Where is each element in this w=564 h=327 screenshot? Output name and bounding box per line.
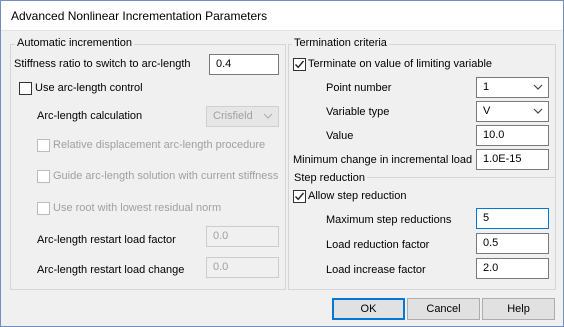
use-arc-length-checkbox[interactable] [19,82,32,95]
ok-button[interactable]: OK [332,298,405,320]
load-increase-factor-input[interactable]: 2.0 [476,258,549,279]
automatic-incremention-group [10,44,286,290]
step-reduction-legend: Step reduction [292,172,367,184]
arc-length-calculation-value: Crisfield [213,110,253,122]
point-number-value: 1 [483,81,490,93]
allow-step-reduction-checkbox[interactable] [293,190,306,203]
minimum-change-input[interactable]: 1.0E-15 [476,149,549,170]
variable-type-label: Variable type [326,106,390,118]
arc-length-calculation-label: Arc-length calculation [37,110,143,122]
variable-type-value: V [483,105,491,117]
step-reduction-divider [349,177,555,178]
relative-displacement-checkbox[interactable] [37,139,50,152]
checkmark-icon [294,60,305,69]
variable-type-select[interactable]: V [476,101,549,122]
allow-step-reduction-label: Allow step reduction [308,190,407,202]
terminate-label: Terminate on value of limiting variable [308,58,493,70]
minimum-change-label: Minimum change in incremental load [293,154,473,166]
cancel-button[interactable]: Cancel [407,298,480,320]
stiffness-ratio-input[interactable]: 0.4 [209,54,279,75]
restart-load-change-input[interactable]: 0.0 [206,257,279,278]
point-number-label: Point number [326,82,392,94]
load-increase-factor-label: Load increase factor [326,264,426,276]
help-button[interactable]: Help [482,298,555,320]
automatic-incremention-legend: Automatic incremention [15,37,134,49]
restart-load-factor-label: Arc-length restart load factor [37,234,176,246]
window-title: Advanced Nonlinear Incrementation Parame… [11,9,268,23]
guide-arc-length-checkbox[interactable] [37,170,50,183]
relative-displacement-label: Relative displacement arc-length procedu… [53,139,266,151]
chevron-down-icon [533,108,543,114]
use-arc-length-label: Use arc-length control [35,82,143,94]
use-root-checkbox[interactable] [37,202,50,215]
restart-load-change-label: Arc-length restart load change [37,264,185,276]
dialog-window: Advanced Nonlinear Incrementation Parame… [0,0,564,327]
terminate-checkbox[interactable] [293,58,306,71]
value-label: Value [326,130,354,142]
max-step-reductions-label: Maximum step reductions [326,214,452,226]
guide-arc-length-label: Guide arc-length solution with current s… [53,170,279,182]
chevron-down-icon [533,84,543,90]
load-reduction-factor-input[interactable]: 0.5 [476,233,549,254]
use-root-label: Use root with lowest residual norm [53,202,222,214]
title-bar[interactable]: Advanced Nonlinear Incrementation Parame… [1,1,563,31]
stiffness-ratio-label: Stiffness ratio to switch to arc-length [14,58,191,70]
value-input[interactable]: 10.0 [476,125,549,146]
restart-load-factor-input[interactable]: 0.0 [206,226,279,247]
chevron-down-icon [263,113,273,119]
termination-criteria-legend: Termination criteria [292,37,389,49]
point-number-select[interactable]: 1 [476,77,549,98]
load-reduction-factor-label: Load reduction factor [326,239,430,251]
arc-length-calculation-select[interactable]: Crisfield [206,106,279,127]
max-step-reductions-input[interactable]: 5 [476,208,549,229]
checkmark-icon [294,192,305,201]
